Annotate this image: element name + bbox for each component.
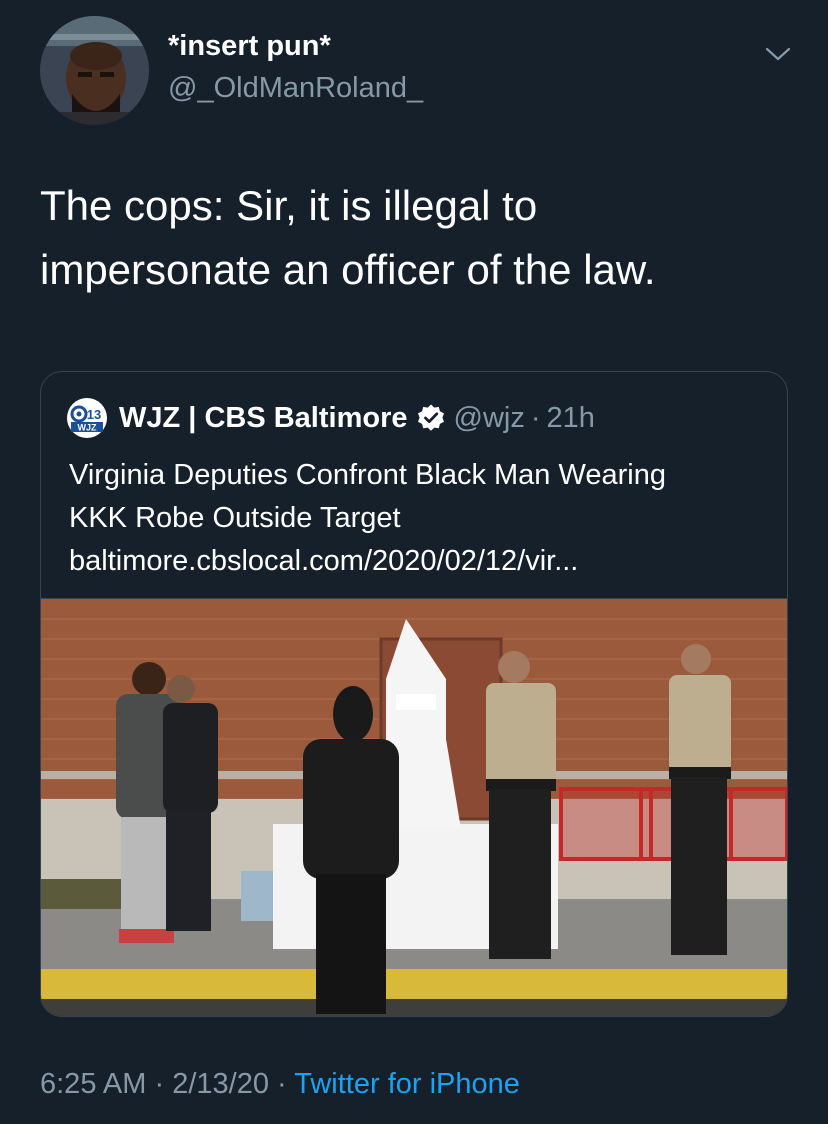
quoted-link[interactable]: baltimore.cbslocal.com/2020/02/12/vir...: [69, 540, 769, 583]
header-separator: ·: [530, 401, 541, 434]
author-display-name[interactable]: *insert pun*: [168, 30, 331, 63]
verified-badge-icon: [416, 403, 446, 433]
quoted-timestamp[interactable]: 21h: [547, 402, 595, 435]
quoted-photo[interactable]: [41, 598, 787, 1016]
tweet-footer: 6:25 AM · 2/13/20 · Twitter for iPhone: [40, 1068, 520, 1101]
tweet-text: The cops: Sir, it is illegal to imperson…: [40, 174, 780, 302]
tweet-date[interactable]: 2/13/20: [172, 1068, 269, 1100]
footer-separator: ·: [277, 1068, 287, 1100]
quoted-author-name[interactable]: WJZ | CBS Baltimore: [119, 402, 408, 435]
wjz-logo-icon: 13 WJZ: [67, 398, 107, 438]
quoted-tweet-text: Virginia Deputies Confront Black Man Wea…: [69, 454, 769, 583]
tweet-text-line: impersonate an officer of the law.: [40, 246, 656, 293]
quoted-text-line: KKK Robe Outside Target: [69, 502, 401, 534]
tweet-detail-page: *insert pun* @_OldManRoland_ The cops: S…: [0, 0, 828, 1124]
tweet-time[interactable]: 6:25 AM: [40, 1068, 146, 1100]
quoted-author-handle[interactable]: @wjz: [454, 402, 525, 435]
author-avatar[interactable]: [40, 16, 149, 125]
quoted-tweet-card[interactable]: 13 WJZ WJZ | CBS Baltimore @wjz · 21h Vi…: [40, 371, 788, 1017]
chevron-down-icon[interactable]: [762, 38, 794, 70]
tweet-text-line: The cops: Sir, it is illegal to: [40, 182, 538, 229]
quoted-tweet-header: 13 WJZ WJZ | CBS Baltimore @wjz · 21h: [67, 398, 595, 438]
news-photo: [41, 599, 787, 1016]
logo-callsign: WJZ: [78, 423, 98, 433]
author-handle[interactable]: @_OldManRoland_: [168, 72, 423, 105]
logo-number: 13: [87, 407, 101, 422]
footer-separator: ·: [154, 1068, 165, 1100]
quoted-text-line: Virginia Deputies Confront Black Man Wea…: [69, 459, 666, 491]
tweet-source-link[interactable]: Twitter for iPhone: [294, 1068, 520, 1100]
avatar-image: [40, 16, 149, 125]
